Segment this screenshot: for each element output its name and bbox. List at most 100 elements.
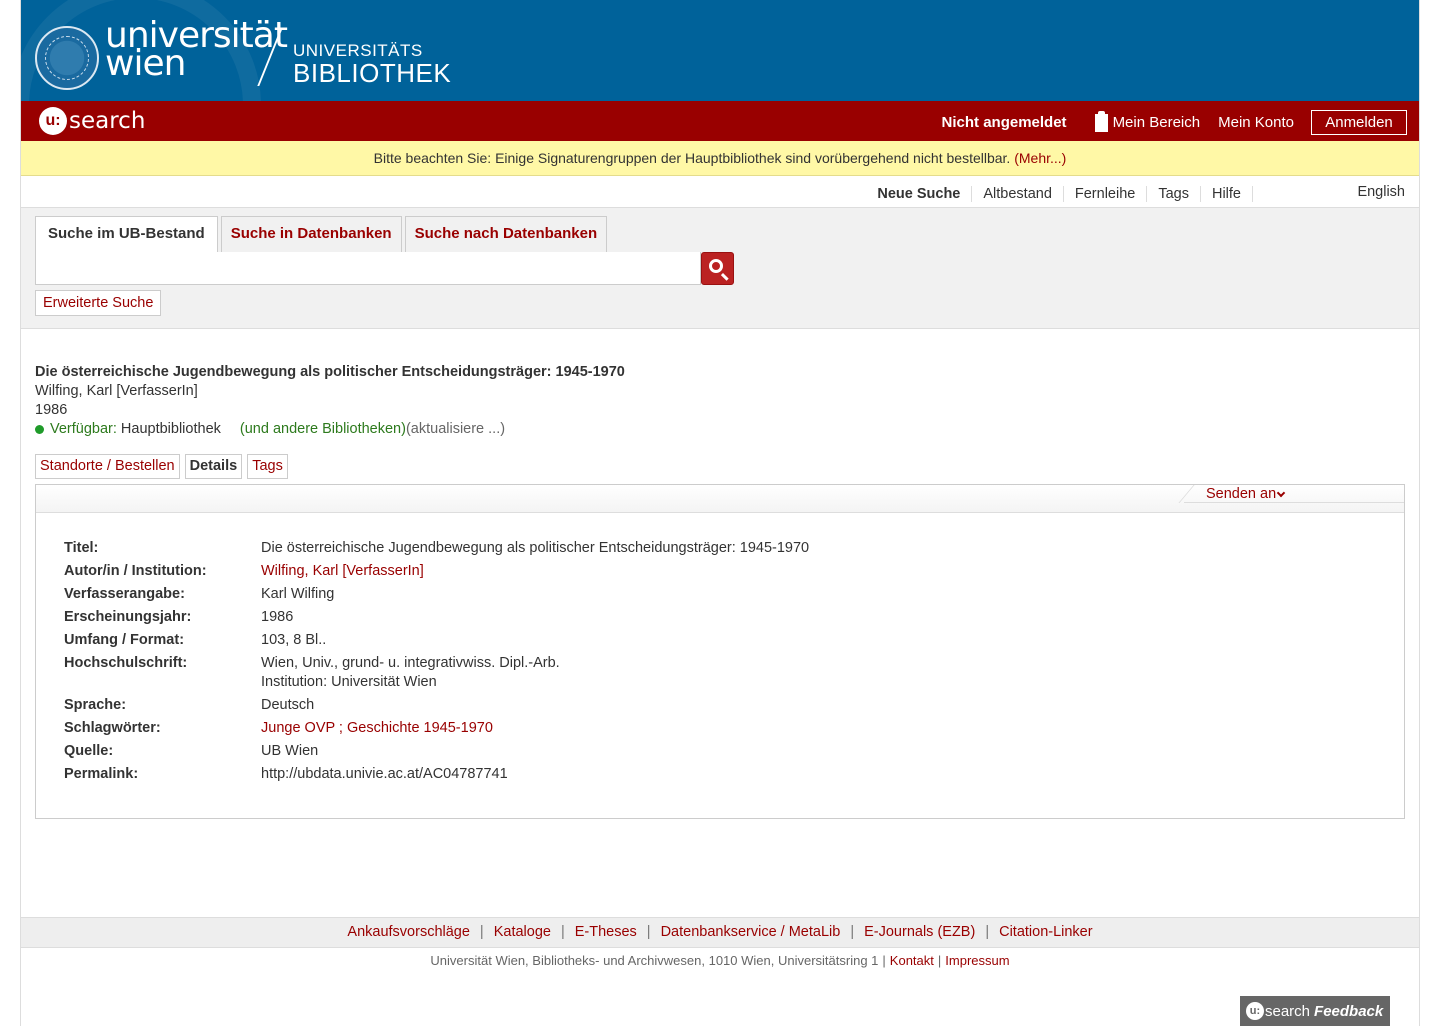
detail-row-hochschulschrift: Hochschulschrift: Wien, Univ., grund- u.…: [64, 654, 1061, 692]
tab-standorte-bestellen[interactable]: Standorte / Bestellen: [35, 454, 180, 479]
university-logo[interactable]: universität wien: [105, 18, 288, 82]
record-tabs: Standorte / Bestellen Details Tags: [35, 454, 293, 479]
detail-label: Permalink:: [64, 766, 139, 782]
detail-label: Sprache:: [64, 697, 127, 713]
nav-hilfe[interactable]: Hilfe: [1201, 186, 1253, 202]
footer-link-citation-linker[interactable]: Citation-Linker: [999, 924, 1093, 940]
senden-an-label: Senden an: [1206, 486, 1277, 502]
footer-link-ankaufsvorschlaege[interactable]: Ankaufsvorschläge: [347, 924, 470, 940]
usearch-logo-text: search: [69, 108, 146, 134]
search-tabs: Suche im UB-Bestand Suche in Datenbanken…: [35, 216, 610, 253]
detail-value: 103, 8 Bl..: [261, 632, 327, 648]
usearch-bar: u: search Nicht angemeldet Mein Bereich …: [21, 101, 1419, 141]
detail-label: Titel:: [64, 540, 99, 556]
search-area: Suche im UB-Bestand Suche in Datenbanken…: [21, 208, 1419, 329]
footer-address: Universität Wien, Bibliotheks- und Archi…: [21, 953, 1419, 968]
tab-nach-datenbanken[interactable]: Suche nach Datenbanken: [404, 216, 608, 252]
detail-row-sprache: Sprache: Deutsch: [64, 696, 1061, 715]
detail-value: Karl Wilfing: [261, 586, 335, 602]
detail-label: Erscheinungsjahr:: [64, 609, 192, 625]
detail-row-quelle: Quelle: UB Wien: [64, 742, 1061, 761]
author-link[interactable]: Wilfing, Karl [VerfasserIn]: [261, 563, 424, 579]
availability-label: Verfügbar:: [50, 421, 117, 437]
detail-label: Autor/in / Institution:: [64, 563, 207, 579]
subject-link[interactable]: Junge OVP ; Geschichte 1945-1970: [261, 720, 493, 736]
tab-record-tags[interactable]: Tags: [247, 454, 288, 479]
availability: Verfügbar: Hauptbibliothek (und andere B…: [35, 420, 625, 439]
detail-row-titel: Titel: Die österreichische Jugendbewegun…: [64, 539, 1061, 558]
notice-more-link[interactable]: (Mehr...): [1014, 150, 1066, 166]
available-dot-icon: [35, 425, 44, 434]
impressum-link[interactable]: Impressum: [945, 953, 1009, 968]
detail-row-schlagwoerter: Schlagwörter: Junge OVP ; Geschichte 194…: [64, 719, 1061, 738]
feedback-label: Feedback: [1314, 1002, 1384, 1020]
footer-separator: |: [850, 924, 855, 940]
university-seal-icon[interactable]: [35, 26, 99, 90]
u-logo-icon: u:: [1246, 1002, 1264, 1020]
kontakt-link[interactable]: Kontakt: [890, 953, 934, 968]
details-panel: Senden an Titel: Die österreichische Jug…: [35, 484, 1405, 819]
user-nav: Nicht angemeldet Mein Bereich Mein Konto…: [942, 110, 1407, 135]
tab-datenbanken[interactable]: Suche in Datenbanken: [220, 216, 402, 252]
notice-text: Bitte beachten Sie: Einige Signaturengru…: [373, 150, 1015, 166]
login-button[interactable]: Anmelden: [1311, 110, 1407, 135]
nav-altbestand[interactable]: Altbestand: [972, 186, 1064, 202]
footer-separator: |: [560, 924, 565, 940]
footer-link-ejournals[interactable]: E-Journals (EZB): [864, 924, 975, 940]
nav-fernleihe[interactable]: Fernleihe: [1064, 186, 1148, 202]
mein-bereich-label: Mein Bereich: [1112, 114, 1201, 131]
top-nav-list: Neue Suche Altbestand Fernleihe Tags Hil…: [866, 186, 1253, 202]
detail-value: Die österreichische Jugendbewegung als p…: [261, 540, 810, 556]
advanced-search-button[interactable]: Erweiterte Suche: [35, 290, 162, 316]
refresh-status: (aktualisiere ...): [405, 421, 506, 437]
nav-tags[interactable]: Tags: [1147, 186, 1201, 202]
site-header: universität wien UNIVERSITÄTS BIBLIOTHEK: [21, 0, 1419, 101]
detail-label: Hochschulschrift:: [64, 655, 188, 671]
clipboard-icon: [1094, 110, 1108, 132]
footer-link-etheses[interactable]: E-Theses: [575, 924, 637, 940]
record-author: Wilfing, Karl [VerfasserIn]: [35, 383, 198, 399]
mein-bereich-link[interactable]: Mein Bereich: [1094, 110, 1201, 132]
detail-row-verfasserangabe: Verfasserangabe: Karl Wilfing: [64, 585, 1061, 604]
permalink-value[interactable]: http://ubdata.univie.ac.at/AC04787741: [261, 765, 1061, 784]
search-input[interactable]: [35, 252, 701, 285]
footer-link-datenbankservice[interactable]: Datenbankservice / MetaLib: [661, 924, 841, 940]
usearch-logo[interactable]: u: search: [39, 107, 145, 135]
detail-row-autor: Autor/in / Institution: Wilfing, Karl [V…: [64, 562, 1061, 581]
search-button[interactable]: [701, 252, 734, 285]
detail-value: Wien, Univ., grund- u. integrativwiss. D…: [261, 654, 1061, 692]
nav-neue-suche[interactable]: Neue Suche: [866, 186, 973, 202]
detail-value: UB Wien: [261, 743, 319, 759]
top-navigation: Neue Suche Altbestand Fernleihe Tags Hil…: [21, 176, 1419, 208]
details-toolbar: Senden an: [36, 485, 1404, 513]
detail-label: Umfang / Format:: [64, 632, 185, 648]
library-logo[interactable]: UNIVERSITÄTS BIBLIOTHEK: [293, 42, 452, 88]
detail-label: Schlagwörter:: [64, 720, 161, 736]
page: universität wien UNIVERSITÄTS BIBLIOTHEK…: [20, 0, 1420, 1026]
record-title: Die österreichische Jugendbewegung als p…: [35, 364, 625, 380]
footer-separator: |: [646, 924, 651, 940]
availability-library: Hauptbibliothek: [120, 421, 221, 437]
feedback-brand: search: [1265, 1002, 1311, 1020]
feedback-button[interactable]: u: search Feedback: [1240, 996, 1390, 1026]
detail-row-erscheinungsjahr: Erscheinungsjahr: 1986: [64, 608, 1061, 627]
record-summary: Die österreichische Jugendbewegung als p…: [35, 363, 625, 439]
footer-separator: |: [985, 924, 990, 940]
detail-row-permalink: Permalink: http://ubdata.univie.ac.at/AC…: [64, 765, 1061, 784]
u-logo-icon: u:: [39, 107, 67, 135]
senden-an-dropdown[interactable]: Senden an: [1184, 485, 1404, 503]
other-libraries-link[interactable]: (und andere Bibliotheken): [240, 420, 406, 439]
search-icon: [709, 259, 723, 273]
tab-ub-bestand[interactable]: Suche im UB-Bestand: [35, 216, 218, 253]
tab-details[interactable]: Details: [184, 454, 243, 479]
language-switch[interactable]: English: [1357, 184, 1405, 200]
detail-value-line-2: Institution: Universität Wien: [261, 674, 437, 690]
footer-links: Ankaufsvorschläge | Kataloge | E-Theses | Date…: [21, 917, 1419, 948]
footer-separator: |: [479, 924, 484, 940]
footer-link-kataloge[interactable]: Kataloge: [494, 924, 551, 940]
library-logo-line-2: BIBLIOTHEK: [293, 58, 452, 88]
detail-row-umfang: Umfang / Format: 103, 8 Bl..: [64, 631, 1061, 650]
login-status: Nicht angemeldet: [941, 114, 1067, 131]
mein-konto-link[interactable]: Mein Konto: [1218, 114, 1294, 131]
record-year: 1986: [35, 402, 68, 418]
